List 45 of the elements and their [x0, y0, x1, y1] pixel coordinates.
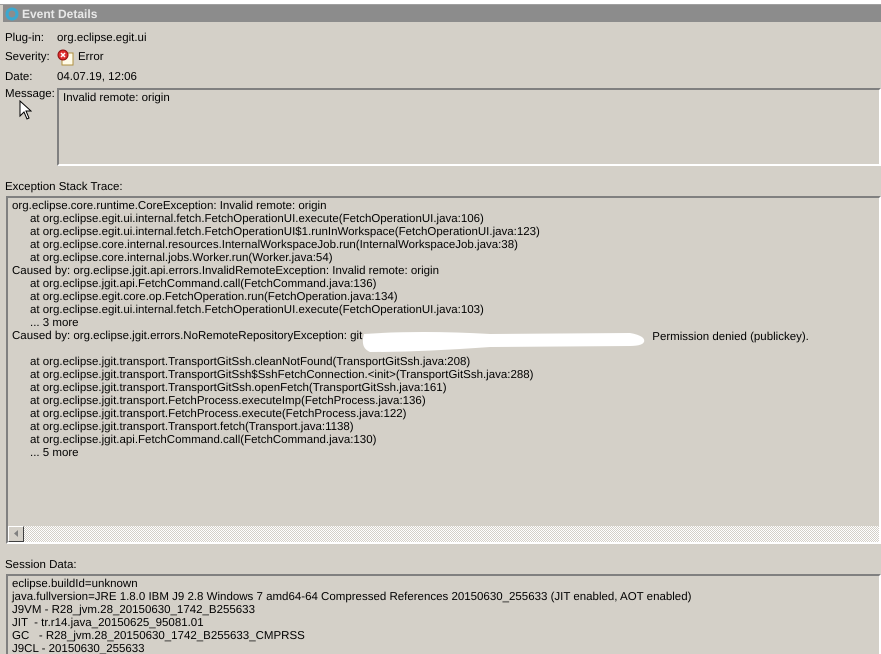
session-line: eclipse.buildId=unknown	[12, 578, 139, 590]
cursor-icon	[19, 100, 32, 120]
session-line: GC - R28_jvm.28_20150630_1742_B255633_CMPRSS	[12, 630, 306, 642]
session-line: J9CL - 20150630_255633	[12, 642, 146, 654]
session-data-field[interactable]	[6, 574, 881, 654]
stack-line: at org.eclipse.jgit.api.FetchCommand.call(FetchCommand.java:130)	[29, 434, 378, 446]
session-line: JIT - tr.r14.java_20150625_95081.01	[12, 616, 205, 630]
scroll-left-button[interactable]	[8, 526, 24, 542]
field-label: Date:	[5, 70, 34, 83]
field-label: Severity:	[5, 51, 51, 64]
stack-line: at org.eclipse.jgit.transport.FetchProcess.executeImp(FetchProcess.java:136)	[29, 394, 427, 408]
stack-trace-field[interactable]	[6, 196, 881, 544]
ring-icon	[5, 6, 19, 20]
stack-line: at org.eclipse.jgit.transport.TransportGitSsh.cleanNotFound(TransportGitSsh.java:208)	[29, 356, 472, 368]
section-label: Session Data:	[5, 558, 78, 570]
stack-line: at org.eclipse.egit.core.op.FetchOperation.run(FetchOperation.java:134)	[29, 290, 399, 304]
stack-line: ... 3 more	[29, 316, 80, 330]
field-value: org.eclipse.egit.ui	[57, 32, 146, 44]
stack-line: Caused by: org.eclipse.jgit.errors.NoRemoteRepositoryException: git	[12, 330, 362, 342]
stack-line: at org.eclipse.egit.ui.internal.fetch.FetchOperationUI.execute(FetchOperationUI.java:106)	[29, 212, 485, 226]
error-icon	[57, 48, 74, 66]
stack-line: ... 5 more	[29, 446, 80, 460]
session-line: J9VM - R28_jvm.28_20150630_1742_B255633	[12, 604, 256, 616]
severity-value: Error	[57, 48, 104, 66]
session-line: java.fullversion=JRE 1.8.0 IBM J9 2.8 Windows 7 amd64-64 Compressed References 20150630_255633 (JIT enabled, AOT enabled)	[12, 590, 692, 604]
horizontal-scrollbar[interactable]	[8, 526, 879, 542]
stack-line: Caused by: org.eclipse.jgit.api.errors.InvalidRemoteException: Invalid remote: origin	[12, 264, 440, 278]
stack-line: at org.eclipse.jgit.transport.TransportGitSsh$SshFetchConnection.<init>(TransportGitSsh.java:288)	[29, 368, 534, 382]
stack-line: at org.eclipse.jgit.transport.Transport.fetch(Transport.java:1138)	[29, 420, 355, 434]
message-field[interactable]: Invalid remote: origin	[57, 88, 881, 166]
stack-line: at org.eclipse.egit.ui.internal.fetch.FetchOperationUI.execute(FetchOperationUI.java:103)	[29, 304, 485, 316]
field-value: 04.07.19, 12:06	[57, 70, 137, 83]
left-arrow-icon	[14, 530, 18, 537]
stack-line: at org.eclipse.jgit.api.FetchCommand.call(FetchCommand.java:136)	[29, 278, 378, 290]
stack-line: at org.eclipse.core.internal.jobs.Worker.run(Worker.java:54)	[29, 252, 334, 264]
stack-line: at org.eclipse.jgit.transport.TransportGitSsh.openFetch(TransportGitSsh.java:161)	[29, 382, 448, 394]
stack-line: at org.eclipse.core.internal.resources.InternalWorkspaceJob.run(InternalWorkspaceJob.java:38)	[29, 238, 519, 252]
stack-line: at org.eclipse.jgit.transport.FetchProcess.execute(FetchProcess.java:122)	[29, 408, 408, 420]
stack-line: at org.eclipse.egit.ui.internal.fetch.FetchOperationUI$1.runInWorkspace(FetchOperationUI.java:123)	[29, 226, 541, 238]
field-label: Plug-in:	[5, 32, 45, 44]
window-title: Event Details	[22, 6, 98, 20]
stack-line: Permission denied (publickey).	[652, 330, 809, 344]
section-label: Exception Stack Trace:	[5, 180, 124, 192]
field-label: Message:	[5, 88, 56, 100]
stack-line: org.eclipse.core.runtime.CoreException: Invalid remote: origin	[12, 200, 328, 212]
